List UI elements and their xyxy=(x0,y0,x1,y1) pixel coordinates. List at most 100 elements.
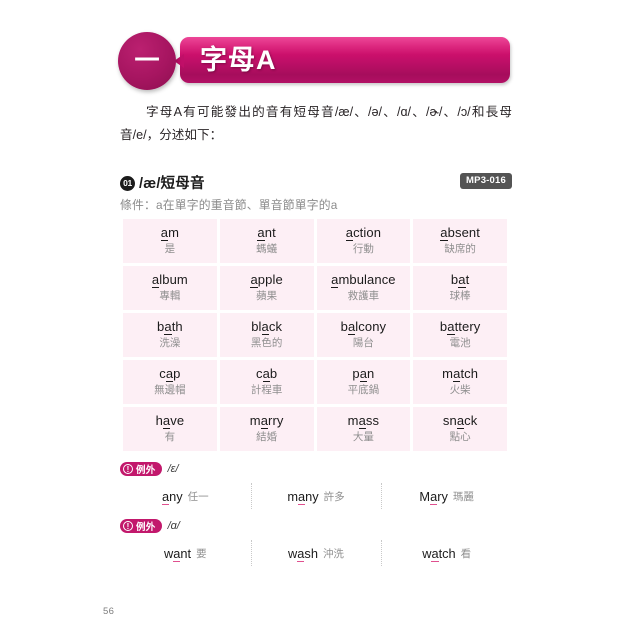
word-chinese: 無邊帽 xyxy=(154,384,186,396)
exception-word-english: want xyxy=(164,545,192,562)
word-chinese: 專輯 xyxy=(159,290,181,302)
section-condition: 條件：a在單字的重音節、單音節單字的a xyxy=(120,198,338,212)
textbook-page: 字母A 一 字母A有可能發出的音有短母音/æ/、/ə/、/ɑ/、/ɚ/、/ɔ/和… xyxy=(0,0,640,640)
word-cell: album 專輯 xyxy=(123,266,217,310)
word-highlight-letter: a xyxy=(160,225,169,241)
word-english: apple xyxy=(250,272,283,288)
word-highlight-letter: a xyxy=(164,319,172,335)
word-highlight-letter: a xyxy=(261,319,269,335)
exception-word-english: watch xyxy=(422,545,456,562)
exception-word-english: any xyxy=(162,488,183,505)
exception-badge-label: 例外 xyxy=(136,465,156,476)
word-english: ant xyxy=(257,225,276,241)
word-cell: ant 螞蟻 xyxy=(219,219,314,263)
word-cell: black 黑色的 xyxy=(219,313,314,357)
word-chinese: 有 xyxy=(164,431,176,443)
exception-phoneme: /ɛ/ xyxy=(167,463,179,475)
exception-word-chinese: 任一 xyxy=(187,490,209,503)
word-english: bat xyxy=(450,272,470,288)
word-english: absent xyxy=(440,225,480,241)
word-chinese: 陽台 xyxy=(352,337,374,349)
word-chinese: 電池 xyxy=(449,337,471,349)
word-highlight-letter: a xyxy=(447,319,455,335)
word-english: cab xyxy=(255,366,278,382)
exception-word: many 許多 xyxy=(250,483,382,509)
exception-label-row: ! 例外/ɛ/ xyxy=(120,461,512,477)
word-highlight-letter: a xyxy=(347,319,356,335)
exception-badge: ! 例外 xyxy=(120,462,162,476)
word-english: battery xyxy=(439,319,481,335)
word-highlight-letter: a xyxy=(456,413,465,429)
word-english: ambulance xyxy=(331,272,396,288)
word-cell: bath 洗澡 xyxy=(123,313,217,357)
mp3-audio-badge[interactable]: MP3-016 xyxy=(460,173,512,189)
word-chinese: 缺席的 xyxy=(444,243,476,255)
word-english: balcony xyxy=(340,319,387,335)
word-cell: balcony 陽台 xyxy=(316,313,411,357)
word-cell: cab 計程車 xyxy=(219,360,314,404)
word-highlight-letter: a xyxy=(345,225,354,241)
word-chinese: 蘋果 xyxy=(256,290,278,302)
word-chinese: 平底鍋 xyxy=(347,384,380,396)
word-highlight-letter: a xyxy=(260,413,269,429)
word-highlight-letter: a xyxy=(298,488,306,505)
word-highlight-letter: a xyxy=(359,366,368,382)
word-english: mass xyxy=(347,413,380,429)
word-chinese: 是 xyxy=(164,243,176,255)
word-cell: have 有 xyxy=(123,407,217,451)
exception-word: watch 看 xyxy=(381,540,512,566)
exception-word-chinese: 許多 xyxy=(323,490,345,503)
word-chinese: 點心 xyxy=(449,431,471,443)
exclamation-icon: ! xyxy=(123,464,133,474)
word-cell: action 行動 xyxy=(316,219,411,263)
chapter-banner: 字母A 一 xyxy=(118,32,510,90)
word-english: have xyxy=(155,413,185,429)
exception-word-chinese: 瑪麗 xyxy=(452,490,474,503)
exception-word: any 任一 xyxy=(120,483,251,509)
word-highlight-letter: a xyxy=(162,488,170,505)
exception-word: Mary 瑪麗 xyxy=(381,483,512,509)
word-highlight-letter: a xyxy=(458,272,466,288)
word-cell: absent 缺席的 xyxy=(413,219,507,263)
word-cell: am 是 xyxy=(123,219,217,263)
exception-word: wash 沖洗 xyxy=(250,540,382,566)
word-highlight-letter: a xyxy=(162,413,171,429)
exception-word-english: wash xyxy=(288,545,318,562)
word-english: bath xyxy=(157,319,183,335)
word-cell: marry 結婚 xyxy=(219,407,314,451)
exception-word: want 要 xyxy=(120,540,251,566)
word-english: pan xyxy=(352,366,375,382)
word-table: am 是 ant 螞蟻 action 行動 absent 缺席的 album 專輯 apple 蘋果 a… xyxy=(123,219,507,451)
word-english: marry xyxy=(249,413,284,429)
word-highlight-letter: a xyxy=(358,413,366,429)
exclamation-icon: ! xyxy=(123,521,133,531)
word-chinese: 結婚 xyxy=(256,431,278,443)
exception-phoneme: /ɑ/ xyxy=(167,520,180,532)
word-highlight-letter: a xyxy=(250,272,258,288)
word-highlight-letter: a xyxy=(173,545,181,562)
word-cell: mass 大量 xyxy=(316,407,411,451)
word-cell: cap 無邊帽 xyxy=(123,360,217,404)
page-number: 56 xyxy=(103,606,115,617)
word-english: cap xyxy=(159,366,181,382)
word-cell: apple 蘋果 xyxy=(219,266,314,310)
word-cell: bat 球棒 xyxy=(413,266,507,310)
section-title: /æ/短母音 xyxy=(139,176,205,192)
word-chinese: 洗澡 xyxy=(159,337,181,349)
word-english: match xyxy=(442,366,479,382)
exception-word-english: Mary xyxy=(419,488,448,505)
word-chinese: 火柴 xyxy=(449,384,471,396)
word-english: snack xyxy=(442,413,478,429)
word-highlight-letter: a xyxy=(331,272,339,288)
word-highlight-letter: a xyxy=(440,225,448,241)
word-chinese: 行動 xyxy=(352,243,374,255)
word-highlight-letter: a xyxy=(297,545,305,562)
exception-word-row: any 任一 many 許多 Mary 瑪麗 xyxy=(120,483,512,509)
word-english: action xyxy=(345,225,382,241)
word-chinese: 大量 xyxy=(352,431,374,443)
word-english: album xyxy=(151,272,188,288)
word-chinese: 黑色的 xyxy=(250,337,283,349)
word-english: black xyxy=(251,319,283,335)
word-highlight-letter: a xyxy=(257,225,265,241)
chapter-number-label: 一 xyxy=(134,46,160,75)
